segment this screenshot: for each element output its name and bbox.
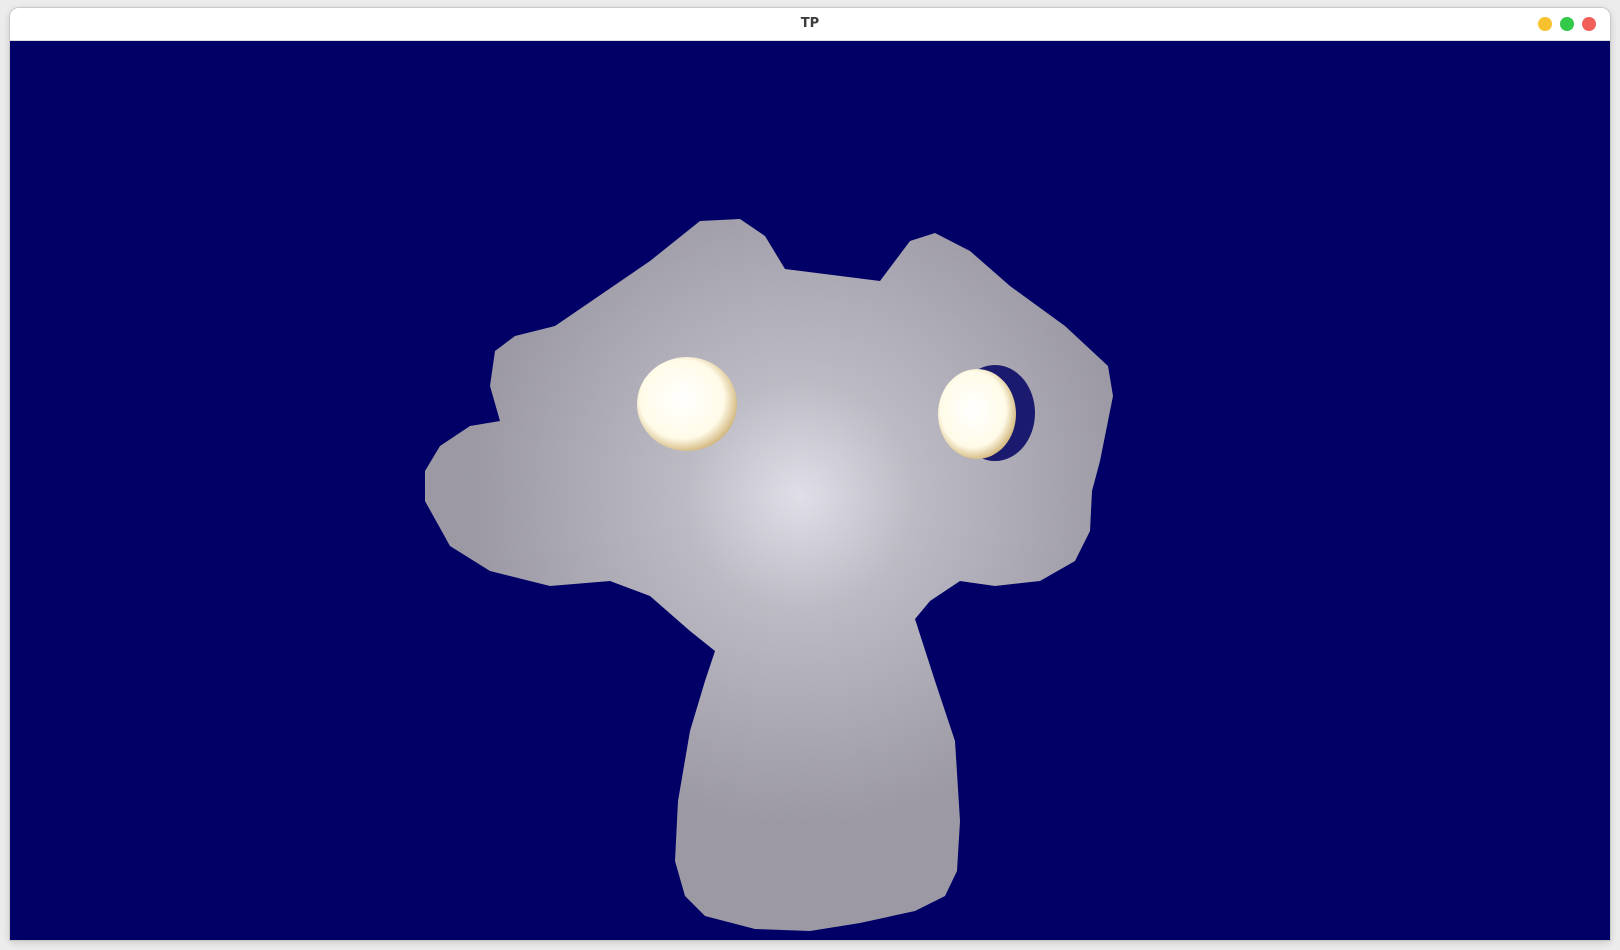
- render-canvas[interactable]: [10, 41, 1610, 940]
- window-title: TP: [800, 16, 820, 31]
- minimize-button[interactable]: [1538, 17, 1552, 31]
- close-button[interactable]: [1582, 17, 1596, 31]
- title-bar[interactable]: TP: [10, 8, 1610, 41]
- app-window: TP: [10, 8, 1610, 940]
- eye-highlight-right: [938, 369, 1016, 459]
- opengl-viewport[interactable]: [10, 41, 1610, 940]
- maximize-button[interactable]: [1560, 17, 1574, 31]
- eye-highlight-left: [637, 357, 737, 451]
